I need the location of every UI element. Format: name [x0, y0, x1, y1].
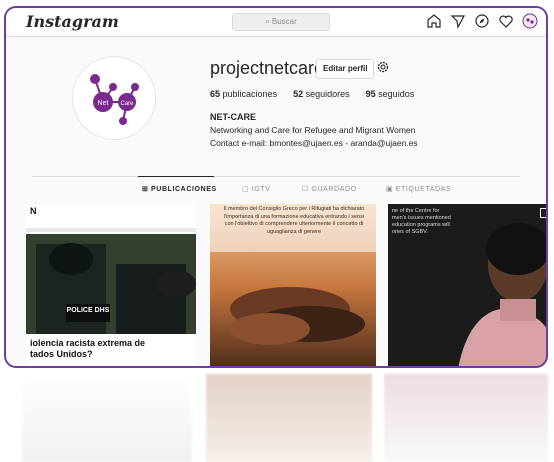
explore-icon[interactable]	[474, 13, 490, 29]
grid-icon: ⊞	[142, 186, 149, 193]
search-icon: ⌕	[265, 17, 272, 26]
nav-icons	[426, 13, 538, 29]
reflection-post-1	[22, 374, 192, 462]
post-3-caption-line-3: education programs will	[392, 222, 450, 228]
tab-etiquetadas[interactable]: ▣ ETIQUETADAS	[386, 185, 451, 193]
edit-profile-button[interactable]: Editar perfil	[316, 59, 375, 79]
followers-count: 52	[293, 89, 304, 99]
followers-label: seguidores	[305, 89, 350, 99]
profile-avatar-icon[interactable]	[522, 13, 538, 29]
gear-icon[interactable]	[376, 60, 390, 74]
net-care-logo: Net Care	[90, 74, 139, 125]
screenshot-frame: Instagram ⌕ Buscar Net Care projectnetca…	[4, 6, 548, 368]
multi-post-icon	[182, 208, 192, 218]
igtv-icon: ▢	[242, 186, 250, 193]
avatar-text-net: Net	[98, 100, 109, 107]
search-placeholder: Buscar	[271, 17, 297, 26]
bookmark-icon: ☐	[302, 186, 309, 193]
post-thumbnail-1[interactable]: POLICE DHS N iolencia racista extrema de…	[26, 204, 196, 366]
tab-label: IGTV	[251, 186, 271, 193]
search-input[interactable]: ⌕ Buscar	[232, 13, 330, 31]
post-thumbnail-2[interactable]: Il membro del Consiglio Greco per i Rifu…	[210, 204, 376, 366]
police-badge-text: POLICE DHS	[67, 307, 110, 314]
posts-count: 65	[210, 89, 221, 99]
tab-label: PUBLICACIONES	[151, 186, 217, 193]
post-3-caption-line-1: ne of the Centre for	[392, 208, 440, 214]
following-stat[interactable]: 95 seguidos	[366, 89, 415, 99]
post-3-caption-line-4: ories of SGBV.	[392, 229, 428, 235]
heart-icon[interactable]	[498, 13, 514, 29]
post-3-caption: ne of the Centre for men's issues mentio…	[392, 208, 451, 236]
home-icon[interactable]	[426, 13, 442, 29]
tab-publicaciones[interactable]: ⊞ PUBLICACIONES	[142, 185, 217, 193]
post-1-caption: iolencia racista extrema de tados Unidos…	[30, 338, 145, 360]
tagged-icon: ▣	[386, 186, 394, 193]
post-1-caption-line-2: tados Unidos?	[30, 349, 93, 359]
post-3-caption-line-2: men's issues mentioned	[392, 215, 451, 221]
posts-label: publicaciones	[222, 89, 278, 99]
profile-username: projectnetcare	[210, 58, 325, 78]
screenshot-reflection	[8, 370, 548, 462]
tab-label: GUARDADO	[311, 186, 357, 193]
post-thumbnail-3[interactable]: ne of the Centre for men's issues mentio…	[388, 204, 546, 366]
profile-bio-line-1: Networking and Care for Refugee and Migr…	[210, 125, 416, 135]
profile-avatar[interactable]: Net Care	[72, 56, 156, 140]
profile-stats: 65 publicaciones 52 seguidores 95 seguid…	[210, 89, 414, 99]
following-label: seguidos	[378, 89, 415, 99]
direct-icon[interactable]	[450, 13, 466, 29]
tab-igtv[interactable]: ▢ IGTV	[242, 185, 271, 193]
post-1-caption-line-1: iolencia racista extrema de	[30, 338, 146, 348]
reflection-post-2	[206, 374, 372, 462]
active-tab-indicator	[138, 176, 214, 177]
tabs-divider	[32, 176, 520, 177]
multi-post-icon	[540, 208, 546, 218]
followers-stat[interactable]: 52 seguidores	[293, 89, 350, 99]
avatar-text-care: Care	[120, 101, 134, 107]
top-navigation-bar: Instagram ⌕ Buscar	[6, 8, 546, 37]
post-2-caption: Il membro del Consiglio Greco per i Rifu…	[223, 206, 365, 235]
profile-bio-line-2: Contact e-mail: bmontes@ujaen.es - arand…	[210, 138, 418, 148]
reflection-post-3	[384, 374, 548, 462]
tab-guardado[interactable]: ☐ GUARDADO	[302, 185, 357, 193]
posts-stat: 65 publicaciones	[210, 89, 277, 99]
tab-label: ETIQUETADAS	[395, 186, 452, 193]
profile-full-name: NET-CARE	[210, 112, 257, 122]
following-count: 95	[365, 89, 376, 99]
post-1-corner-letter: N	[30, 206, 37, 216]
instagram-logo[interactable]: Instagram	[26, 12, 119, 31]
